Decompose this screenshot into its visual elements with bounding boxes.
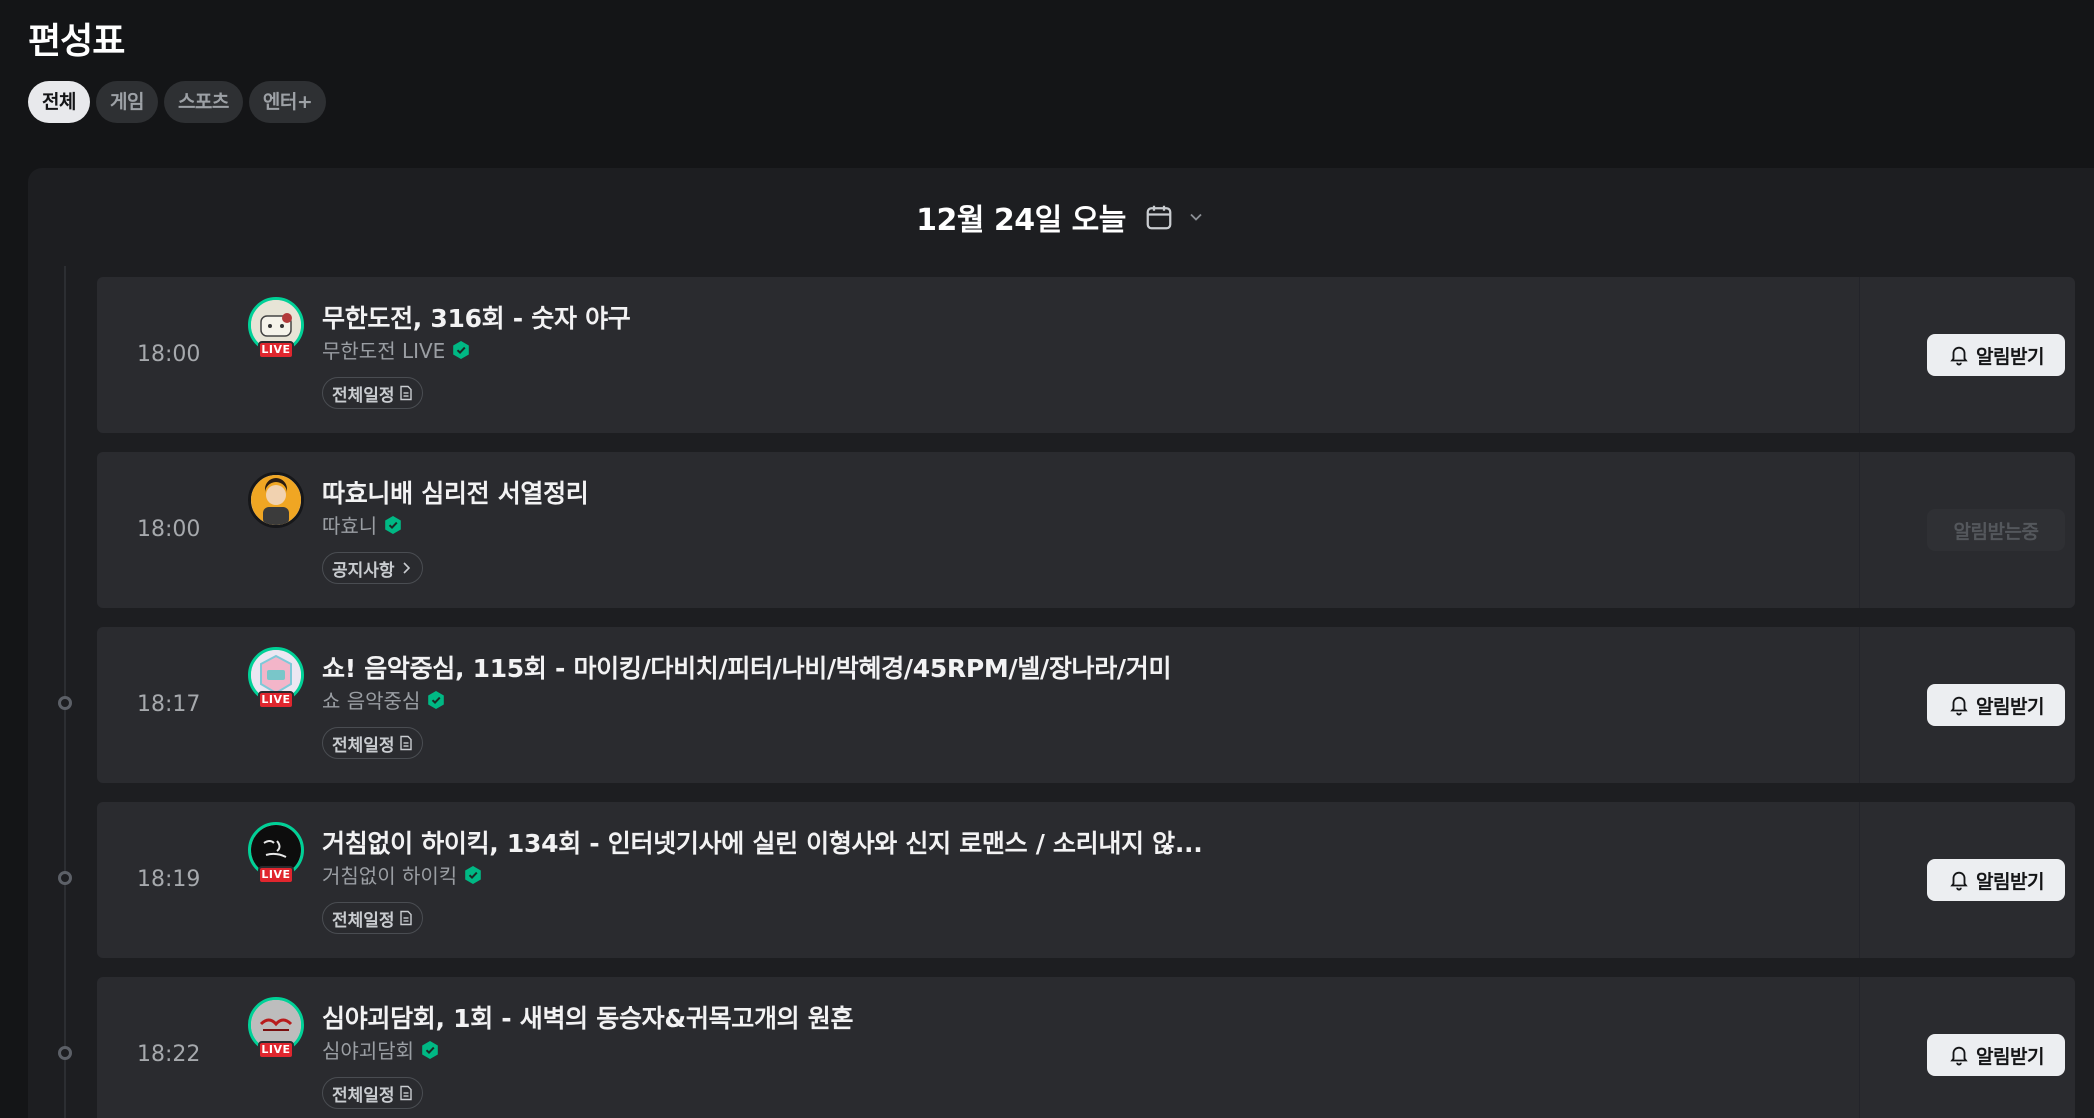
channel-avatar-wrap[interactable]: LIVE xyxy=(248,997,304,1059)
document-icon xyxy=(399,735,412,751)
full-schedule-link[interactable]: 전체일정 xyxy=(322,727,423,759)
card-divider xyxy=(1859,277,1860,433)
filter-chip-all[interactable]: 전체 xyxy=(28,81,90,123)
verified-badge-icon xyxy=(385,515,402,534)
chevron-down-icon[interactable] xyxy=(1186,207,1206,227)
chevron-right-icon xyxy=(402,562,410,574)
avatar xyxy=(248,472,304,528)
notify-button[interactable]: 알림받기 xyxy=(1927,334,2065,376)
full-schedule-link[interactable]: 전체일정 xyxy=(322,377,423,409)
document-icon xyxy=(399,385,412,401)
program-title[interactable]: 무한도전, 316회 - 숫자 야구 xyxy=(322,299,631,335)
channel-name[interactable]: 쇼 음악중심 xyxy=(322,685,446,714)
program-title[interactable]: 쇼! 음악중심, 115회 - 마이킹/다비치/피터/나비/박혜경/45RPM/… xyxy=(322,649,1171,685)
verified-badge-icon xyxy=(465,865,481,884)
notice-link[interactable]: 공지사항 xyxy=(322,552,423,584)
document-icon xyxy=(399,910,412,926)
tag-label: 전체일정 xyxy=(332,735,395,756)
live-badge: LIVE xyxy=(258,1041,294,1059)
date-label: 12월 24일 오늘 xyxy=(916,203,1126,238)
channel-label: 무한도전 LIVE xyxy=(322,339,446,363)
tag-label: 전체일정 xyxy=(332,910,395,931)
card-divider xyxy=(1859,627,1860,783)
program-title[interactable]: 거침없이 하이킥, 134회 - 인터넷기사에 실린 이형사와 신지 로맨스 /… xyxy=(322,824,1203,860)
schedule-panel: 12월 24일 오늘 18:00 LIVE 무한도전, 316회 - 숫자 야구… xyxy=(28,168,2094,1118)
notify-label: 알림받기 xyxy=(1976,345,2044,368)
schedule-card[interactable]: 18:17 LIVE 쇼! 음악중심, 115회 - 마이킹/다비치/피터/나비… xyxy=(97,627,2075,783)
verified-badge-icon xyxy=(453,340,470,359)
channel-label: 심야괴담회 xyxy=(322,1039,414,1063)
program-title[interactable]: 심야괴담회, 1회 - 새벽의 동승자&귀목고개의 원혼 xyxy=(322,999,854,1035)
bell-icon xyxy=(1950,871,1968,891)
schedule-card[interactable]: 18:19 LIVE 거침없이 하이킥, 134회 - 인터넷기사에 실린 이형… xyxy=(97,802,2075,958)
channel-label: 거침없이 하이킥 xyxy=(322,864,458,888)
notify-label: 알림받기 xyxy=(1976,870,2044,893)
live-badge: LIVE xyxy=(258,341,294,359)
verified-badge-icon xyxy=(428,690,445,709)
live-badge: LIVE xyxy=(258,866,294,884)
notify-button[interactable]: 알림받기 xyxy=(1927,684,2065,726)
tag-label: 공지사항 xyxy=(332,560,395,581)
notify-button[interactable]: 알림받기 xyxy=(1927,1034,2065,1076)
document-icon xyxy=(399,1085,412,1101)
timeline-dot xyxy=(58,1046,72,1060)
calendar-icon[interactable] xyxy=(1144,202,1174,232)
notify-button-subscribed[interactable]: 알림받는중 xyxy=(1927,509,2065,551)
timeline-dot xyxy=(58,871,72,885)
verified-badge-icon xyxy=(422,1040,438,1059)
timeline-line xyxy=(64,266,66,1118)
timeline-dot xyxy=(58,696,72,710)
card-divider xyxy=(1859,977,1860,1118)
filter-chip-sports[interactable]: 스포츠 xyxy=(163,81,243,123)
schedule-card[interactable]: 18:00 따효니배 심리전 서열정리 따효니 공지사항 알림받는중 xyxy=(97,452,2075,608)
bell-icon xyxy=(1950,1046,1968,1066)
schedule-card[interactable]: 18:00 LIVE 무한도전, 316회 - 숫자 야구 무한도전 LIVE … xyxy=(97,277,2075,433)
channel-avatar-wrap[interactable]: LIVE xyxy=(248,647,304,709)
channel-label: 쇼 음악중심 xyxy=(322,689,421,713)
card-divider xyxy=(1859,452,1860,608)
notify-label: 알림받는중 xyxy=(1953,520,2039,543)
tag-label: 전체일정 xyxy=(332,1085,395,1106)
channel-name[interactable]: 따효니 xyxy=(322,510,403,539)
full-schedule-link[interactable]: 전체일정 xyxy=(322,1077,423,1109)
channel-name[interactable]: 거침없이 하이킥 xyxy=(322,860,483,889)
schedule-card[interactable]: 18:22 LIVE 심야괴담회, 1회 - 새벽의 동승자&귀목고개의 원혼 … xyxy=(97,977,2075,1118)
bell-icon xyxy=(1950,696,1968,716)
filter-chip-enter[interactable]: 엔터+ xyxy=(248,81,327,123)
live-badge: LIVE xyxy=(258,691,294,709)
channel-avatar-wrap[interactable]: LIVE xyxy=(248,297,304,359)
page-title: 편성표 xyxy=(28,21,125,62)
channel-avatar-wrap[interactable] xyxy=(248,472,304,528)
channel-name[interactable]: 무한도전 LIVE xyxy=(322,335,471,364)
notify-button[interactable]: 알림받기 xyxy=(1927,859,2065,901)
channel-avatar-wrap[interactable]: LIVE xyxy=(248,822,304,884)
tag-label: 전체일정 xyxy=(332,385,395,406)
date-header: 12월 24일 오늘 xyxy=(28,168,2094,266)
filter-chip-game[interactable]: 게임 xyxy=(95,81,158,123)
category-filters: 전체 게임 스포츠 엔터+ xyxy=(28,81,327,123)
notify-label: 알림받기 xyxy=(1976,1045,2044,1068)
notify-label: 알림받기 xyxy=(1976,695,2044,718)
channel-name[interactable]: 심야괴담회 xyxy=(322,1035,440,1064)
channel-label: 따효니 xyxy=(322,514,378,538)
program-title[interactable]: 따효니배 심리전 서열정리 xyxy=(322,474,589,510)
card-divider xyxy=(1859,802,1860,958)
bell-icon xyxy=(1950,346,1968,366)
full-schedule-link[interactable]: 전체일정 xyxy=(322,902,423,934)
